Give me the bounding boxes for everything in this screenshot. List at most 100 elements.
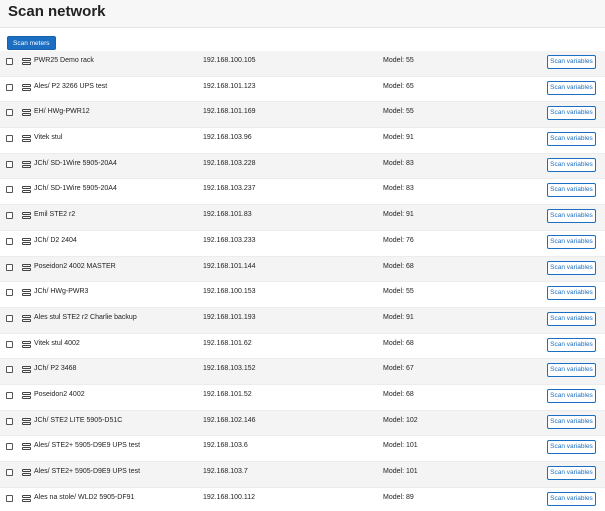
row-checkbox[interactable] [6,212,13,220]
row-checkbox[interactable] [6,391,13,399]
device-model: Model: 91 [383,313,414,321]
row-checkbox[interactable] [6,160,13,168]
device-ip: 192.168.101.52 [203,390,252,398]
page-header: Scan network [0,0,605,28]
scan-variables-button[interactable]: Scan variables [547,55,596,69]
scan-variables-button[interactable]: Scan variables [547,132,596,147]
row-checkbox[interactable] [6,237,13,245]
device-model: Model: 55 [383,108,414,116]
device-name: Ales na stole/ WLD2 5905-DF91 [34,493,135,501]
scan-variables-button[interactable]: Scan variables [547,106,596,121]
scan-variables-button[interactable]: Scan variables [547,337,596,352]
device-model: Model: 67 [383,365,414,373]
device-name: Vitek stul 4002 [34,339,80,347]
device-name: Ales/ STE2+ 5905-D9E9 UPS test [34,442,141,450]
device-name: Emil STE2 r2 [34,211,76,219]
scan-variables-button[interactable]: Scan variables [547,414,596,429]
device-name: Poseidon2 4002 [34,390,85,398]
table-row: Poseidon2 4002 192.168.101.52 Model: 68 Sca… [0,385,605,411]
device-icon [22,212,31,220]
device-name: Poseidon2 4002 MASTER [34,262,116,270]
device-name: JCh/ SD-1Wire 5905-20A4 [34,159,117,167]
table-row: Ales na stole/ WLD2 5905-DF91 192.168.100… [0,488,605,511]
scan-meters-button[interactable]: Scan meters [7,36,56,50]
device-name: Ales/ STE2+ 5905-D9E9 UPS test [34,468,141,475]
row-checkbox[interactable] [6,340,13,348]
device-model: Model: 83 [383,185,414,193]
row-checkbox[interactable] [6,469,13,476]
scan-variables-button[interactable]: Scan variables [547,311,596,326]
device-model: Model: 55 [383,57,414,64]
row-checkbox[interactable] [6,135,13,143]
device-ip: 192.168.100.112 [203,493,256,501]
device-name: EH/ HWg-PWR12 [34,108,90,116]
device-icon [22,289,31,297]
row-checkbox[interactable] [6,83,13,91]
device-icon [22,391,31,400]
scan-variables-button[interactable]: Scan variables [547,440,596,455]
device-ip: 192.168.103.237 [203,185,256,193]
device-ip: 192.168.101.193 [203,313,256,321]
device-name: Ales stul STE2 r2 Charlie backup [34,313,137,321]
scan-variables-button[interactable]: Scan variables [547,183,596,198]
device-ip: 192.168.101.169 [203,108,256,116]
row-checkbox[interactable] [6,58,13,65]
device-model: Model: 91 [383,134,414,142]
row-checkbox[interactable] [6,289,13,297]
row-checkbox[interactable] [6,417,13,425]
device-ip: 192.168.100.105 [203,57,256,64]
device-icon [22,237,31,246]
table-row: Emil STE2 r2 192.168.101.83 Model: 91 Scan … [0,205,605,231]
row-checkbox[interactable] [6,186,13,194]
device-ip: 192.168.101.62 [203,339,252,347]
device-icon [22,366,31,374]
device-icon [22,263,31,272]
device-ip: 192.168.103.152 [203,365,256,373]
device-icon [22,469,31,477]
row-checkbox[interactable] [6,314,13,322]
device-icon [22,160,31,169]
table-row: Ales/ STE2+ 5905-D9E9 UPS test 192.168.10… [0,436,605,462]
scan-variables-button[interactable]: Scan variables [547,260,596,275]
scan-variables-button[interactable]: Scan variables [547,466,596,480]
scan-variables-button[interactable]: Scan variables [547,388,596,403]
device-icon [22,340,31,349]
table-row: Ales/ STE2+ 5905-D9E9 UPS test 192.168.10… [0,462,605,488]
scan-variables-button[interactable]: Scan variables [547,157,596,172]
device-model: Model: 102 [383,416,418,424]
device-model: Model: 68 [383,390,414,398]
device-icon [22,186,31,194]
device-ip: 192.168.103.7 [203,468,248,475]
device-icon [22,494,31,503]
table-row: Poseidon2 4002 MASTER 192.168.101.144 Mode… [0,256,605,283]
scan-variables-button[interactable]: Scan variables [547,363,596,378]
device-icon [22,109,31,117]
device-ip: 192.168.101.123 [203,82,256,90]
device-name: Vitek stul [34,134,63,142]
table-row: JCh/ P2 3468 192.168.103.152 Model: 67 Scan… [0,359,605,385]
device-name: JCh/ D2 2404 [34,236,77,244]
scan-variables-button[interactable]: Scan variables [547,491,596,506]
scan-variables-button[interactable]: Scan variables [547,234,596,249]
table-row: JCh/ HWg-PWR3 192.168.100.153 Model: 55 Sca… [0,282,605,308]
device-icon [22,58,31,66]
table-row: EH/ HWg-PWR12 192.168.101.169 Model: 55 Sca… [0,102,605,129]
device-name: JCh/ SD-1Wire 5905-20A4 [34,185,117,193]
row-checkbox[interactable] [6,109,13,117]
row-checkbox[interactable] [6,494,13,502]
scan-variables-button[interactable]: Scan variables [547,80,596,95]
device-name: JCh/ STE2 LITE 5905-D51C [34,416,123,424]
device-model: Model: 68 [383,262,414,270]
table-row: JCh/ SD-1Wire 5905-20A4 192.168.103.228 Mo… [0,153,605,180]
scan-variables-button[interactable]: Scan variables [547,209,596,224]
row-checkbox[interactable] [6,263,13,271]
device-ip: 192.168.103.96 [203,134,252,142]
page-title: Scan network [8,3,106,20]
table-row: Vitek stul 192.168.103.96 Model: 91 Scan va… [0,128,605,154]
device-ip: 192.168.101.144 [203,262,256,270]
device-model: Model: 76 [383,236,414,244]
scan-variables-button[interactable]: Scan variables [547,286,596,301]
row-checkbox[interactable] [6,443,13,451]
device-model: Model: 91 [383,211,414,219]
row-checkbox[interactable] [6,366,13,374]
